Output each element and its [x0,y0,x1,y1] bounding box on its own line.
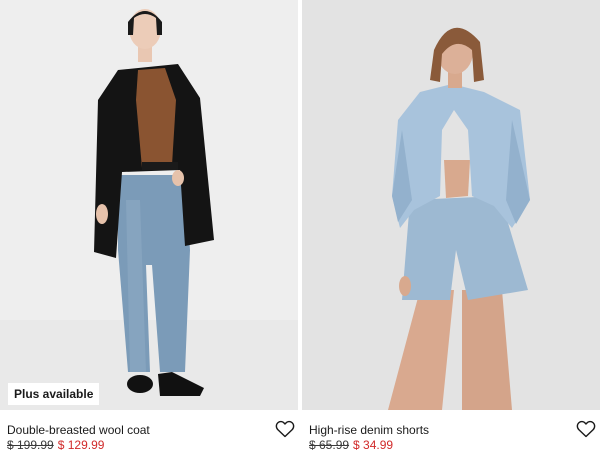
product-image-denim-shorts[interactable] [302,0,600,410]
product-image-wool-coat[interactable] [0,0,298,410]
product-card[interactable]: High-rise denim shorts $ 65.99 $ 34.99 [302,0,600,458]
heart-outline-icon [275,420,295,438]
plus-available-badge: Plus available [8,383,100,405]
favorite-button[interactable] [576,420,596,438]
original-price: $ 199.99 [7,438,54,452]
sale-price: $ 34.99 [353,438,394,452]
original-price: $ 65.99 [309,438,350,452]
sale-price: $ 129.99 [57,438,105,452]
favorite-button[interactable] [275,420,295,438]
product-title[interactable]: High-rise denim shorts [309,423,429,437]
product-card[interactable]: Plus available Double-breasted wool coat… [0,0,298,458]
product-title[interactable]: Double-breasted wool coat [7,423,150,437]
product-grid: Plus available Double-breasted wool coat… [0,0,600,458]
heart-outline-icon [576,420,596,438]
product-prices: $ 199.99 $ 129.99 [7,438,104,452]
product-prices: $ 65.99 $ 34.99 [309,438,393,452]
